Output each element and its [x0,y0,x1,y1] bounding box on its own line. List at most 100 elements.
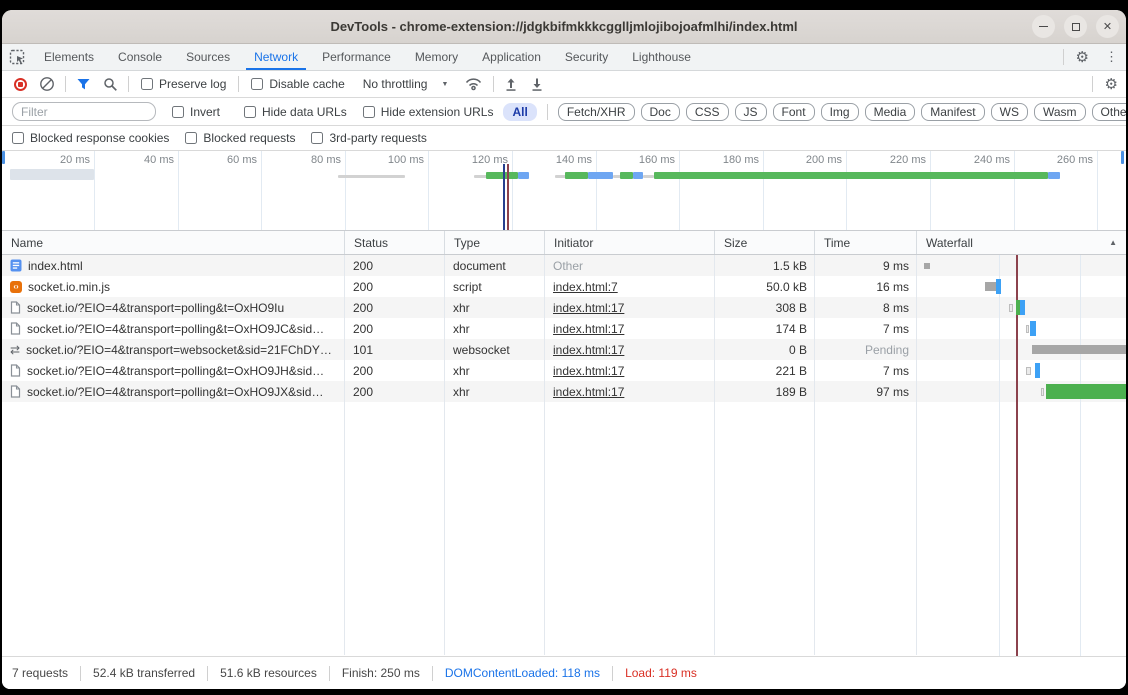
tab-performance[interactable]: Performance [310,44,403,70]
status-cell[interactable]: 200 [344,297,444,318]
record-network-log-button[interactable] [8,78,33,91]
column-header-name[interactable]: Name [2,231,344,254]
search-button[interactable] [97,77,124,92]
tab-memory[interactable]: Memory [403,44,470,70]
name-cell[interactable]: socket.io/?EIO=4&transport=polling&t=OxH… [2,381,344,402]
waterfall-cell[interactable] [916,381,1126,402]
initiator-cell[interactable]: index.html:17 [544,297,714,318]
initiator-link[interactable]: index.html:17 [553,343,624,357]
3rd-party-requests-checkbox[interactable]: 3rd-party requests [303,131,434,145]
tab-console[interactable]: Console [106,44,174,70]
chip-manifest[interactable]: Manifest [921,103,984,121]
time-cell[interactable]: 7 ms [814,318,916,339]
export-har-button[interactable] [524,77,550,92]
filter-toggle-button[interactable] [70,77,97,91]
time-cell[interactable]: 9 ms [814,255,916,276]
minimize-button[interactable] [1032,15,1055,38]
initiator-cell[interactable]: index.html:17 [544,318,714,339]
network-conditions-button[interactable] [458,76,489,92]
inspect-element-button[interactable] [2,44,32,70]
table-row[interactable]: index.html200documentOther1.5 kB9 ms [2,255,1126,276]
network-overview-timeline[interactable]: 20 ms40 ms60 ms80 ms100 ms120 ms140 ms16… [2,151,1126,231]
time-cell[interactable]: 7 ms [814,360,916,381]
time-cell[interactable]: 8 ms [814,297,916,318]
table-row[interactable]: socket.io/?EIO=4&transport=polling&t=OxH… [2,360,1126,381]
type-cell[interactable]: xhr [444,381,544,402]
blocked-response-cookies-checkbox[interactable]: Blocked response cookies [4,131,177,145]
time-cell[interactable]: 97 ms [814,381,916,402]
name-cell[interactable]: socket.io/?EIO=4&transport=polling&t=OxH… [2,360,344,381]
tab-security[interactable]: Security [553,44,620,70]
hide-data-urls-checkbox[interactable]: Hide data URLs [236,105,355,119]
type-cell[interactable]: xhr [444,318,544,339]
tab-network[interactable]: Network [242,44,310,70]
type-cell[interactable]: xhr [444,360,544,381]
table-row[interactable]: socket.io/?EIO=4&transport=polling&t=OxH… [2,297,1126,318]
status-cell[interactable]: 200 [344,255,444,276]
size-cell[interactable]: 189 B [714,381,814,402]
initiator-cell[interactable]: Other [544,255,714,276]
initiator-link[interactable]: index.html:17 [553,322,624,336]
preserve-log-checkbox[interactable]: Preserve log [133,77,234,91]
chip-media[interactable]: Media [865,103,916,121]
status-cell[interactable]: 200 [344,381,444,402]
chip-doc[interactable]: Doc [641,103,680,121]
disable-cache-checkbox[interactable]: Disable cache [243,77,352,91]
size-cell[interactable]: 0 B [714,339,814,360]
size-cell[interactable]: 50.0 kB [714,276,814,297]
import-har-button[interactable] [498,77,524,92]
sort-ascending-icon[interactable]: ▲ [1109,238,1117,247]
table-row[interactable]: ‹›socket.io.min.js200scriptindex.html:75… [2,276,1126,297]
initiator-cell[interactable]: index.html:17 [544,381,714,402]
waterfall-cell[interactable] [916,318,1126,339]
column-header-status[interactable]: Status [344,231,444,254]
size-cell[interactable]: 221 B [714,360,814,381]
initiator-link[interactable]: index.html:17 [553,301,624,315]
type-cell[interactable]: websocket [444,339,544,360]
throttling-dropdown[interactable]: No throttling ▼ [353,77,459,91]
table-row[interactable]: ⇄socket.io/?EIO=4&transport=websocket&si… [2,339,1126,360]
hide-extension-urls-checkbox[interactable]: Hide extension URLs [355,105,502,119]
tab-elements[interactable]: Elements [32,44,106,70]
network-settings-gear-icon[interactable]: ⚙ [1097,75,1126,93]
waterfall-cell[interactable] [916,297,1126,318]
column-header-initiator[interactable]: Initiator [544,231,714,254]
chip-ws[interactable]: WS [991,103,1028,121]
initiator-link[interactable]: index.html:17 [553,385,624,399]
type-cell[interactable]: script [444,276,544,297]
waterfall-cell[interactable] [916,276,1126,297]
name-cell[interactable]: socket.io/?EIO=4&transport=polling&t=OxH… [2,318,344,339]
chip-js[interactable]: JS [735,103,767,121]
invert-checkbox[interactable]: Invert [164,105,228,119]
chip-img[interactable]: Img [821,103,859,121]
initiator-cell[interactable]: index.html:7 [544,276,714,297]
status-cell[interactable]: 200 [344,276,444,297]
table-row[interactable]: socket.io/?EIO=4&transport=polling&t=OxH… [2,318,1126,339]
type-cell[interactable]: xhr [444,297,544,318]
table-row[interactable]: socket.io/?EIO=4&transport=polling&t=OxH… [2,381,1126,402]
type-cell[interactable]: document [444,255,544,276]
chip-css[interactable]: CSS [686,103,729,121]
name-cell[interactable]: socket.io/?EIO=4&transport=polling&t=OxH… [2,297,344,318]
name-cell[interactable]: ⇄socket.io/?EIO=4&transport=websocket&si… [2,339,344,360]
chip-font[interactable]: Font [773,103,815,121]
column-header-waterfall[interactable]: Waterfall▲ [916,231,1126,254]
waterfall-cell[interactable] [916,360,1126,381]
overview-right-handle[interactable] [1121,151,1124,164]
time-cell[interactable]: Pending [814,339,916,360]
size-cell[interactable]: 1.5 kB [714,255,814,276]
more-options-icon[interactable]: ⋮ [1097,49,1126,65]
name-cell[interactable]: index.html [2,255,344,276]
filter-input[interactable] [12,102,156,121]
initiator-cell[interactable]: index.html:17 [544,339,714,360]
status-cell[interactable]: 101 [344,339,444,360]
overview-left-handle[interactable] [2,151,5,164]
settings-gear-icon[interactable]: ⚙ [1068,48,1097,66]
size-cell[interactable]: 308 B [714,297,814,318]
column-header-size[interactable]: Size [714,231,814,254]
tab-lighthouse[interactable]: Lighthouse [620,44,703,70]
close-button[interactable]: ✕ [1096,15,1119,38]
clear-network-log-button[interactable] [33,76,61,92]
initiator-link[interactable]: index.html:7 [553,280,618,294]
chip-other[interactable]: Other [1092,103,1126,121]
